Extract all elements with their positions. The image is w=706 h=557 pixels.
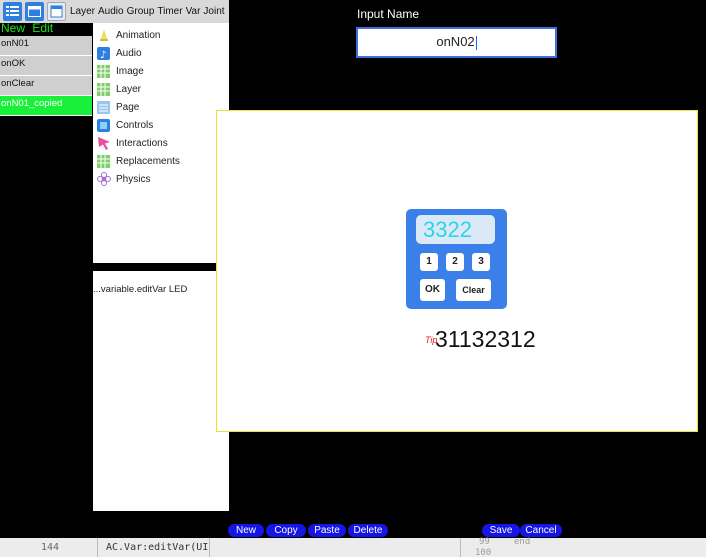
category-replacements[interactable]: Replacements (93, 152, 229, 170)
category-animation[interactable]: Animation (93, 26, 229, 44)
cancel-button[interactable]: Cancel (520, 524, 562, 537)
list-item[interactable]: onN01 (0, 36, 92, 56)
code-gutter-divider (97, 538, 98, 557)
category-label: Audio (116, 47, 142, 59)
physics-icon (96, 172, 111, 186)
interactions-icon (96, 136, 111, 150)
name-input[interactable]: onN02 (356, 27, 557, 58)
right-line-number: 99 (479, 537, 490, 547)
tab-joint[interactable]: Joint (203, 6, 224, 17)
action-row[interactable]: ...variable.editVar LED (93, 271, 229, 295)
list-item[interactable]: onOK (0, 56, 92, 76)
action-panel: ...variable.editVar LED (93, 271, 229, 511)
layer-icon (96, 82, 111, 96)
text-caret (475, 35, 477, 50)
tab-group[interactable]: Group (127, 6, 155, 17)
code-editor-strip: 144 AC.Var:editVar(UI 99 end 100 (0, 537, 706, 557)
category-audio[interactable]: ♪ Audio (93, 44, 229, 62)
toolbar-tabs: Layer Audio Group Timer Var Joint (70, 6, 228, 17)
tab-var[interactable]: Var (186, 6, 201, 17)
category-label: Image (116, 65, 144, 77)
category-panel: Animation ♪ Audio Image Layer Page Contr… (93, 23, 229, 263)
animation-icon (96, 28, 111, 42)
line-number: 144 (41, 542, 60, 553)
keypad-display: 3322 (416, 215, 495, 244)
list-view-icon[interactable] (3, 2, 22, 21)
counter-text: 31132312 (435, 326, 536, 352)
keypad-widget: 3322 1 2 3 OK Clear (406, 209, 507, 309)
category-label: Controls (116, 119, 154, 131)
category-label: Interactions (116, 137, 168, 149)
right-line-number-next: 100 (475, 548, 492, 557)
name-input-value: onN02 (436, 34, 475, 49)
code-line[interactable]: AC.Var:editVar(UI (106, 542, 208, 553)
list-item[interactable]: onClear (0, 76, 92, 96)
audio-icon: ♪ (96, 46, 111, 60)
list-item-selected[interactable]: onN01_copied (0, 96, 92, 116)
category-label: Replacements (116, 155, 180, 167)
svg-text:♪: ♪ (100, 50, 106, 60)
page-icon (96, 100, 111, 114)
category-image[interactable]: Image (93, 62, 229, 80)
save-button[interactable]: Save (482, 524, 520, 537)
category-label: Physics (116, 173, 151, 185)
preview-canvas: 3322 1 2 3 OK Clear Tip 31132312 (216, 110, 698, 432)
replacements-icon (96, 154, 111, 168)
category-layer[interactable]: Layer (93, 80, 229, 98)
edit-link[interactable]: Edit (32, 21, 53, 35)
copy-button[interactable]: Copy (266, 524, 306, 537)
tab-timer[interactable]: Timer (157, 6, 182, 17)
category-label: Layer (116, 83, 142, 95)
tab-layer[interactable]: Layer (70, 6, 95, 17)
category-label: Page (116, 101, 140, 113)
key-2-button[interactable]: 2 (446, 253, 464, 271)
code-pane-divider-right (460, 538, 461, 557)
top-toolbar: Layer Audio Group Timer Var Joint (0, 0, 229, 23)
category-label: Animation (116, 29, 161, 41)
page-view-icon[interactable] (47, 2, 66, 21)
key-1-button[interactable]: 1 (420, 253, 438, 271)
new-link[interactable]: New (1, 21, 25, 35)
category-interactions[interactable]: Interactions (93, 134, 229, 152)
ok-button[interactable]: OK (420, 279, 445, 301)
input-name-label: Input Name (357, 7, 420, 21)
tab-audio[interactable]: Audio (98, 6, 124, 17)
category-page[interactable]: Page (93, 98, 229, 116)
event-list: onN01 onOK onClear onN01_copied (0, 36, 92, 116)
right-code-line: end (514, 537, 531, 547)
controls-icon (96, 118, 111, 132)
image-icon (96, 64, 111, 78)
new-edit-bar: New Edit (1, 21, 57, 35)
delete-button[interactable]: Delete (348, 524, 388, 537)
category-physics[interactable]: Physics (93, 170, 229, 188)
paste-button[interactable]: Paste (308, 524, 346, 537)
code-pane-divider (209, 538, 210, 557)
window-view-icon[interactable] (25, 2, 44, 21)
category-controls[interactable]: Controls (93, 116, 229, 134)
clear-button[interactable]: Clear (456, 279, 491, 301)
new-button[interactable]: New (228, 524, 264, 537)
key-3-button[interactable]: 3 (472, 253, 490, 271)
